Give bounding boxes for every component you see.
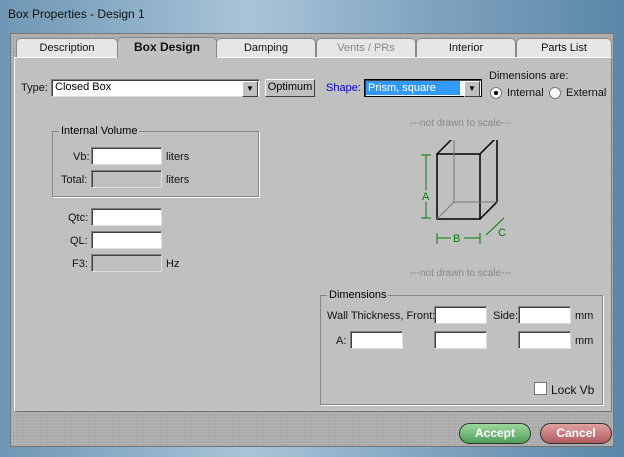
qtc-input[interactable] <box>91 208 162 226</box>
dimensions-are-label: Dimensions are: <box>489 70 569 82</box>
f3-label: F3: <box>72 258 88 270</box>
vb-input[interactable] <box>91 147 162 165</box>
window-title: Box Properties - Design 1 <box>8 7 145 21</box>
thickness-unit: mm <box>575 310 594 322</box>
dimensions-title: Dimensions <box>327 289 389 301</box>
tab-vents-prs[interactable]: Vents / PRs <box>316 38 416 57</box>
dim-b-label: B <box>453 233 461 245</box>
chevron-down-icon[interactable]: ▼ <box>464 81 480 97</box>
ql-label: QL: <box>70 235 88 247</box>
total-unit: liters <box>166 174 190 186</box>
type-label: Type: <box>21 82 48 94</box>
dim-a-label: A <box>422 191 430 203</box>
external-radio[interactable] <box>549 87 561 99</box>
dimension-unit: mm <box>575 335 594 347</box>
box-diagram <box>421 140 505 244</box>
internal-radio[interactable] <box>490 87 502 99</box>
front-thickness-input[interactable] <box>434 306 487 324</box>
chevron-down-icon[interactable]: ▼ <box>242 81 258 97</box>
tab-parts-list[interactable]: Parts List <box>516 38 612 57</box>
tab-description[interactable]: Description <box>16 38 118 57</box>
tab-interior[interactable]: Interior <box>416 38 516 57</box>
total-field <box>91 170 162 188</box>
note-bottom: ---not drawn to scale--- <box>410 268 512 279</box>
f3-unit: Hz <box>166 258 180 270</box>
external-label: External <box>566 87 607 99</box>
box-drawing <box>436 140 498 220</box>
vb-label: Vb: <box>73 151 90 163</box>
type-select[interactable]: Closed Box ▼ <box>51 79 260 97</box>
lock-vb-label: Lock Vb <box>551 383 595 397</box>
ql-input[interactable] <box>91 231 162 249</box>
a-input[interactable] <box>350 331 403 349</box>
type-value: Closed Box <box>55 81 112 93</box>
vb-unit: liters <box>166 151 190 163</box>
b-input[interactable] <box>434 331 487 349</box>
tab-box-design[interactable]: Box Design <box>117 37 217 58</box>
accept-button[interactable]: Accept <box>459 423 531 444</box>
internal-volume-title: Internal Volume <box>59 125 140 137</box>
a-label: A: <box>336 335 347 347</box>
internal-label: Internal <box>507 87 544 99</box>
dimension-arrows <box>421 154 505 244</box>
shape-select[interactable]: Prism, square ▼ <box>364 79 482 97</box>
cancel-button[interactable]: Cancel <box>540 423 612 444</box>
optimum-button[interactable]: Optimum <box>265 79 315 97</box>
lock-vb-checkbox[interactable] <box>534 382 547 395</box>
note-top: ---not drawn to scale--- <box>410 118 512 129</box>
qtc-label: Qtc: <box>68 212 89 224</box>
dim-c-label: C <box>498 227 506 239</box>
shape-value: Prism, square <box>366 81 460 95</box>
side-thickness-input[interactable] <box>518 306 571 324</box>
side-label: Side: <box>493 310 519 322</box>
wall-thickness-label: Wall Thickness, Front: <box>327 310 436 322</box>
shape-label: Shape: <box>326 82 361 94</box>
tab-damping[interactable]: Damping <box>216 38 316 57</box>
f3-field <box>91 254 162 272</box>
total-label: Total: <box>61 174 88 186</box>
c-input[interactable] <box>518 331 571 349</box>
